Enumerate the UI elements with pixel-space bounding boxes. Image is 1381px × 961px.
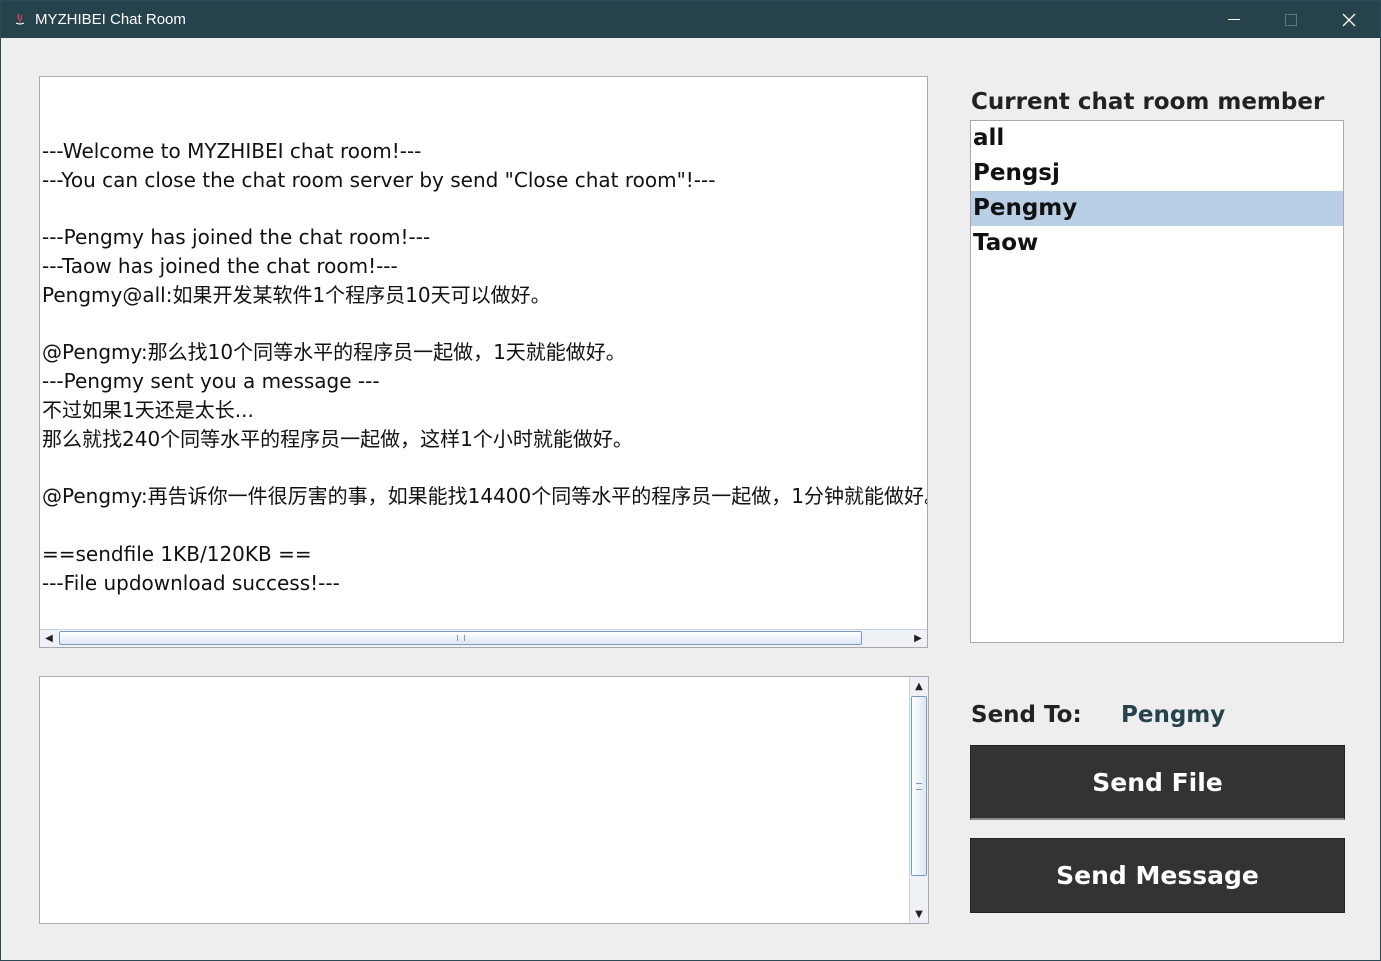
java-app-icon: [15, 13, 25, 25]
chat-log[interactable]: ---Welcome to MYZHIBEI chat room!--- ---Y…: [39, 76, 928, 648]
member-item-pengsj[interactable]: Pengsj: [971, 156, 1343, 191]
minimize-button[interactable]: [1206, 1, 1262, 38]
window-title: MYZHIBEI Chat Room: [35, 11, 186, 28]
message-input-area: ▲ ▼: [39, 676, 929, 924]
chat-line: [42, 511, 927, 540]
send-to-label: Send To:: [971, 702, 1082, 728]
maximize-icon: [1285, 13, 1297, 26]
title-bar[interactable]: MYZHIBEI Chat Room: [1, 1, 1380, 38]
chat-log-content: ---Welcome to MYZHIBEI chat room!--- ---Y…: [42, 108, 928, 598]
chat-line: Pengmy@all:如果开发某软件1个程序员10天可以做好。: [42, 282, 551, 307]
horizontal-scroll-thumb[interactable]: [59, 631, 862, 645]
member-item-pengmy[interactable]: Pengmy: [971, 191, 1343, 226]
send-file-button[interactable]: Send File: [970, 745, 1345, 820]
chat-line: @Pengmy:那么找10个同等水平的程序员一起做，1天就能做好。: [42, 340, 626, 365]
chat-line: ==sendfile 1KB/120KB ==: [42, 541, 312, 566]
chat-line: ---Pengmy has joined the chat room!---: [42, 225, 431, 250]
member-item-taow[interactable]: Taow: [971, 226, 1343, 261]
scroll-right-arrow[interactable]: ▶: [909, 630, 927, 647]
chat-line: ---File updownload success!---: [42, 570, 340, 595]
members-title: Current chat room member: [971, 89, 1325, 115]
chat-line: 那么就找240个同等水平的程序员一起做，这样1个小时就能做好。: [42, 426, 633, 451]
close-button[interactable]: [1321, 1, 1377, 38]
chat-line: [42, 310, 927, 339]
member-item-all[interactable]: all: [971, 121, 1343, 156]
grip-icon: [916, 783, 922, 790]
vertical-scrollbar[interactable]: ▲ ▼: [909, 677, 928, 923]
horizontal-scrollbar[interactable]: ◀ ▶: [40, 629, 927, 647]
vertical-scroll-thumb[interactable]: [911, 696, 927, 876]
chat-line: ---Pengmy sent you a message ---: [42, 369, 380, 394]
message-input[interactable]: [40, 677, 910, 923]
chat-line: 不过如果1天还是太长...: [42, 397, 254, 422]
chat-room-window: MYZHIBEI Chat Room ---Welcome to MYZHIBE…: [0, 0, 1381, 961]
chat-line: [42, 454, 927, 483]
maximize-button[interactable]: [1263, 1, 1319, 38]
send-message-button[interactable]: Send Message: [970, 838, 1345, 913]
send-to-recipient: Pengmy: [1121, 702, 1226, 728]
scroll-left-arrow[interactable]: ◀: [40, 630, 58, 647]
scroll-down-arrow[interactable]: ▼: [910, 905, 928, 923]
chat-line: @Pengmy:再告诉你一件很厉害的事，如果能找14400个同等水平的程序员一起…: [42, 484, 928, 509]
chat-line: ---You can close the chat room server by…: [42, 167, 716, 192]
chat-line: [42, 194, 927, 223]
chat-line: [42, 108, 927, 137]
close-icon: [1342, 13, 1356, 26]
minimize-icon: [1228, 19, 1240, 20]
chat-line: ---Welcome to MYZHIBEI chat room!---: [42, 138, 422, 163]
member-list[interactable]: all Pengsj Pengmy Taow: [970, 120, 1344, 643]
scroll-up-arrow[interactable]: ▲: [910, 677, 928, 695]
chat-line: ---Taow has joined the chat room!---: [42, 253, 398, 278]
grip-icon: [457, 635, 465, 641]
